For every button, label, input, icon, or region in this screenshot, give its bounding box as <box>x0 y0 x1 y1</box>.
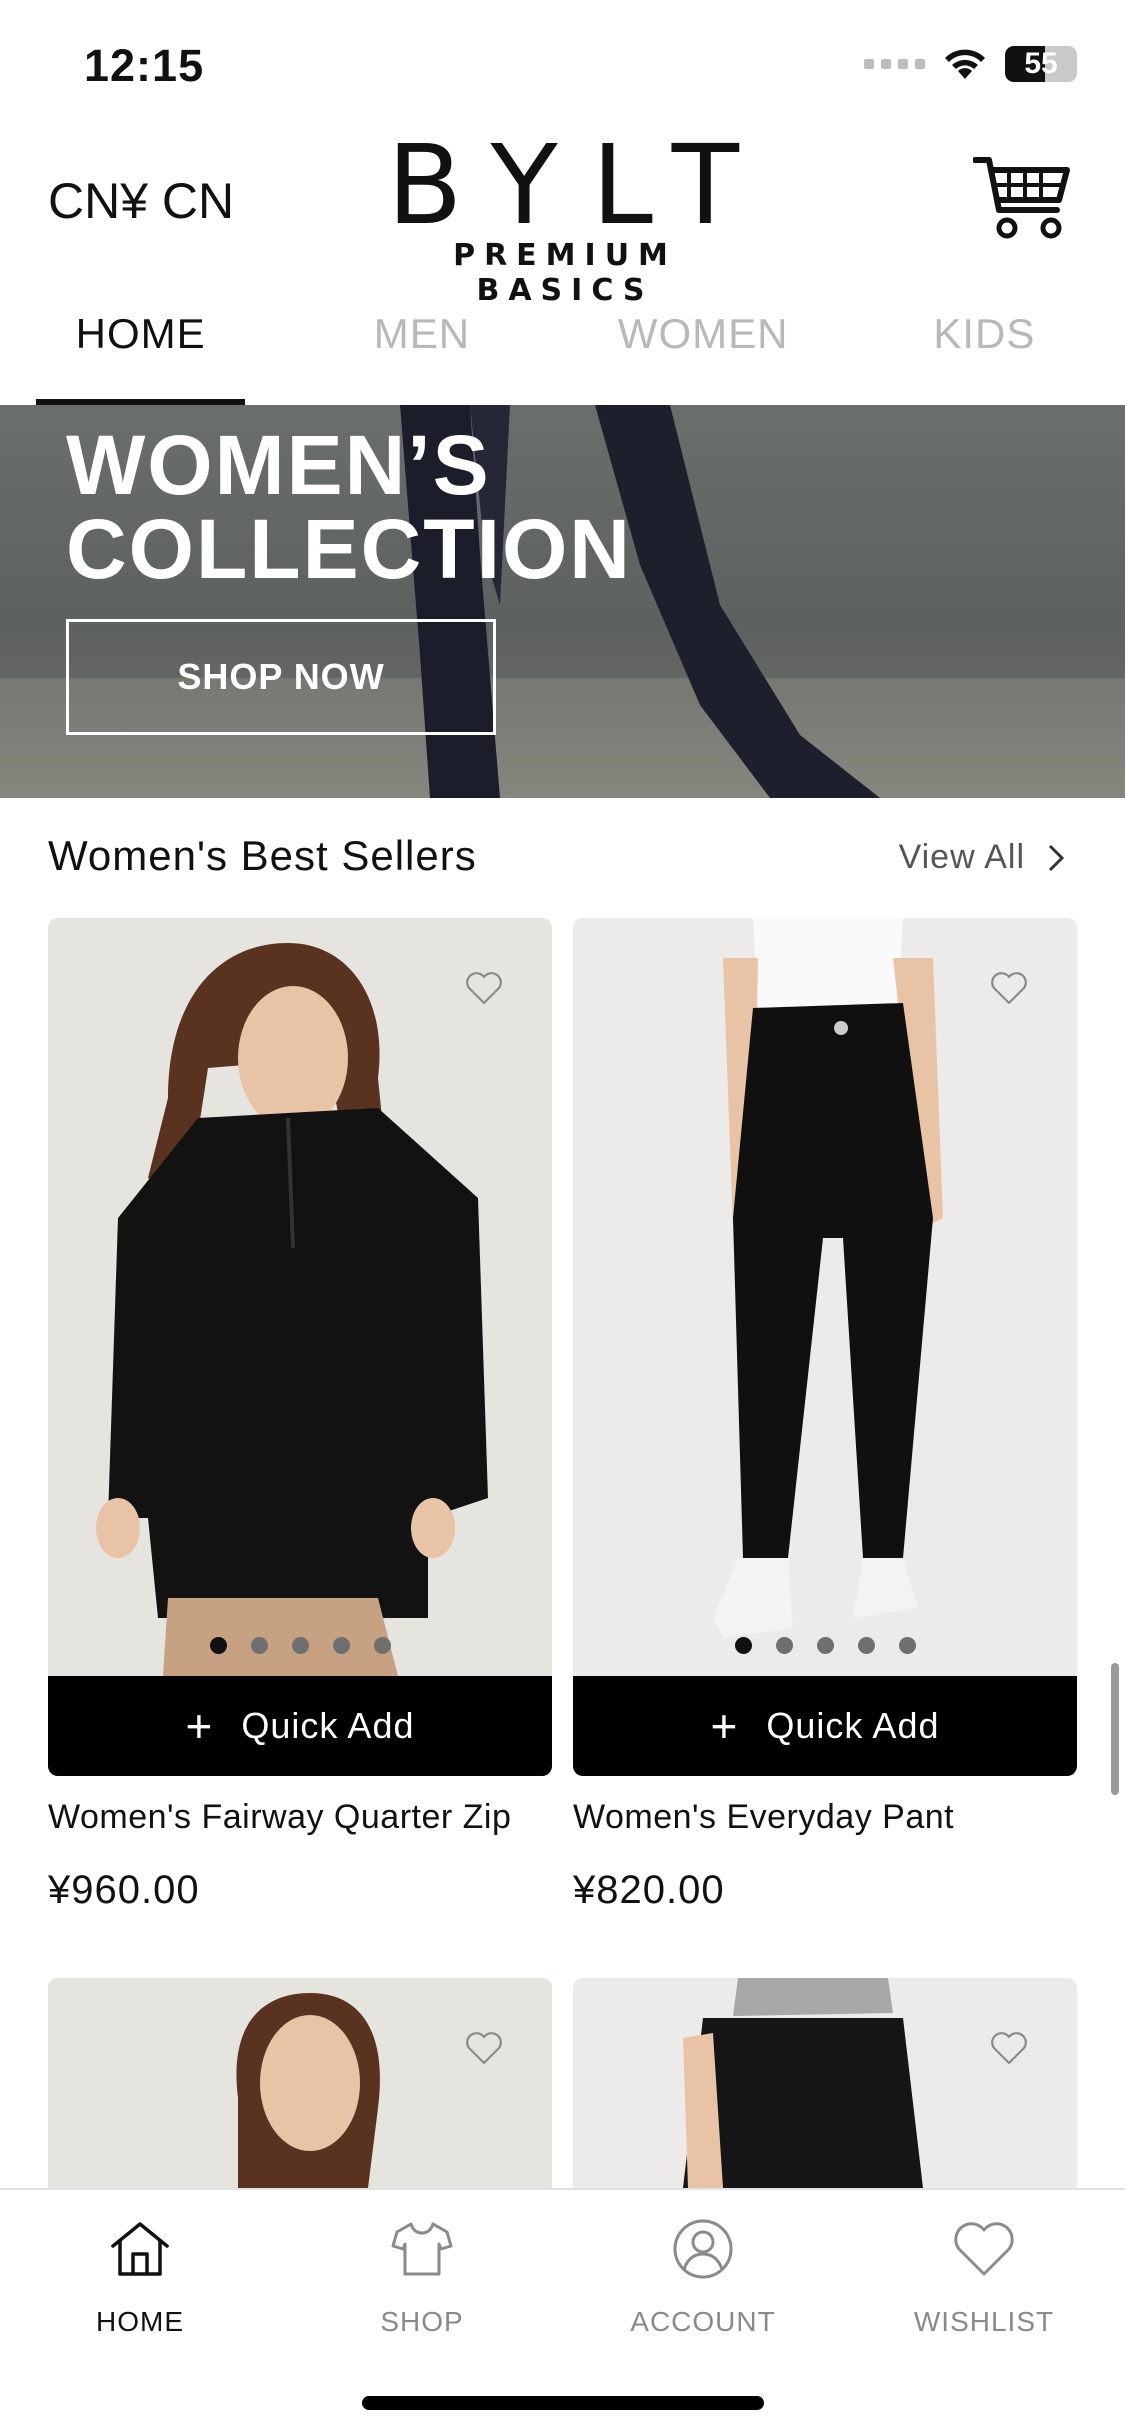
chevron-right-icon <box>1048 844 1065 871</box>
wishlist-heart-icon[interactable] <box>464 2028 504 2068</box>
product-photo-everyday-pant <box>573 918 1077 1676</box>
product-name[interactable]: Women's Fairway Quarter Zip <box>48 1798 511 1837</box>
plus-icon: + <box>710 1700 739 1752</box>
carousel-dot[interactable] <box>775 1637 793 1654</box>
tshirt-icon <box>391 2222 453 2276</box>
product-photo-partial-jogger <box>573 1978 1077 2188</box>
carousel-dot[interactable] <box>291 1637 309 1654</box>
carousel-dot[interactable] <box>373 1637 391 1654</box>
tab-home[interactable]: HOME <box>0 290 281 405</box>
tab-men[interactable]: MEN <box>281 290 562 405</box>
product-photo-partial <box>48 1978 552 2188</box>
plus-icon: + <box>185 1700 214 1752</box>
product-card[interactable]: + Quick Add Women's Fairway Quarter Zip … <box>48 918 552 1928</box>
account-icon <box>673 2219 733 2279</box>
quick-add-button[interactable]: + Quick Add <box>48 1676 552 1776</box>
logo-wordmark: BYLT <box>387 121 773 249</box>
home-indicator[interactable] <box>362 2396 764 2410</box>
carousel-dot[interactable] <box>209 1637 227 1654</box>
product-price: ¥820.00 <box>573 1868 725 1912</box>
product-image[interactable] <box>48 918 552 1676</box>
status-time: 12:15 <box>84 40 205 91</box>
brand-logo[interactable]: BYLT PREMIUM BASICS <box>365 121 773 308</box>
status-icons: 55 <box>864 46 1077 82</box>
banner-title: WOMEN’S COLLECTION <box>66 423 632 591</box>
wifi-icon <box>945 49 985 79</box>
tab-kids[interactable]: KIDS <box>844 290 1125 405</box>
shop-now-button[interactable]: SHOP NOW <box>66 619 496 735</box>
nav-wishlist[interactable]: WISHLIST <box>884 2216 1084 2338</box>
banner-title-line1: WOMEN’S <box>66 418 491 512</box>
quick-add-label: Quick Add <box>766 1705 940 1746</box>
product-image[interactable] <box>573 1978 1077 2188</box>
image-carousel-dots[interactable] <box>573 1637 1077 1654</box>
carousel-dot[interactable] <box>857 1637 875 1654</box>
nav-shop[interactable]: SHOP <box>322 2216 522 2338</box>
view-all-link[interactable]: View All <box>899 838 1065 877</box>
product-price: ¥960.00 <box>48 1868 200 1912</box>
nav-home[interactable]: HOME <box>40 2216 240 2338</box>
nav-wishlist-label: WISHLIST <box>913 2306 1055 2337</box>
wishlist-heart-icon[interactable] <box>989 2028 1029 2068</box>
tab-women[interactable]: WOMEN <box>563 290 844 405</box>
hero-banner[interactable]: WOMEN’S COLLECTION SHOP NOW <box>0 405 1125 798</box>
battery-level: 55 <box>1024 47 1058 80</box>
home-icon <box>111 2222 169 2276</box>
heart-icon <box>954 2222 1014 2276</box>
status-bar: 12:15 55 <box>0 0 1125 130</box>
product-card[interactable]: + Quick Add Women's Everyday Pant ¥820.0… <box>573 918 1077 1928</box>
carousel-dot[interactable] <box>816 1637 834 1654</box>
product-image[interactable] <box>573 918 1077 1676</box>
view-all-label: View All <box>898 838 1025 876</box>
carousel-dot[interactable] <box>734 1637 752 1654</box>
carousel-dot[interactable] <box>898 1637 916 1654</box>
image-carousel-dots[interactable] <box>48 1637 552 1654</box>
battery-icon: 55 <box>1005 46 1077 82</box>
currency-selector[interactable]: CN¥ CN <box>48 172 234 230</box>
product-image[interactable] <box>48 1978 552 2188</box>
product-card-partial[interactable] <box>48 1978 552 2188</box>
wishlist-heart-icon[interactable] <box>464 968 504 1008</box>
quick-add-button[interactable]: + Quick Add <box>573 1676 1077 1776</box>
category-tabs: HOME MEN WOMEN KIDS <box>0 290 1125 405</box>
scrollbar[interactable] <box>1111 1663 1119 1795</box>
product-name[interactable]: Women's Everyday Pant <box>573 1798 954 1837</box>
wishlist-heart-icon[interactable] <box>989 968 1029 1008</box>
carousel-dot[interactable] <box>250 1637 268 1654</box>
product-photo-quarter-zip <box>48 918 552 1676</box>
nav-account-label: ACCOUNT <box>630 2306 776 2337</box>
nav-shop-label: SHOP <box>380 2306 464 2337</box>
nav-home-label: HOME <box>96 2306 184 2337</box>
quick-add-label: Quick Add <box>241 1705 415 1746</box>
banner-title-line2: COLLECTION <box>66 502 632 596</box>
product-card-partial[interactable] <box>573 1978 1077 2188</box>
nav-account[interactable]: ACCOUNT <box>603 2216 803 2338</box>
cellular-signal-icon <box>864 59 925 69</box>
shopping-cart-icon[interactable] <box>973 152 1073 242</box>
app-header: CN¥ CN BYLT PREMIUM BASICS <box>0 121 1125 308</box>
section-title: Women's Best Sellers <box>48 832 477 879</box>
carousel-dot[interactable] <box>332 1637 350 1654</box>
